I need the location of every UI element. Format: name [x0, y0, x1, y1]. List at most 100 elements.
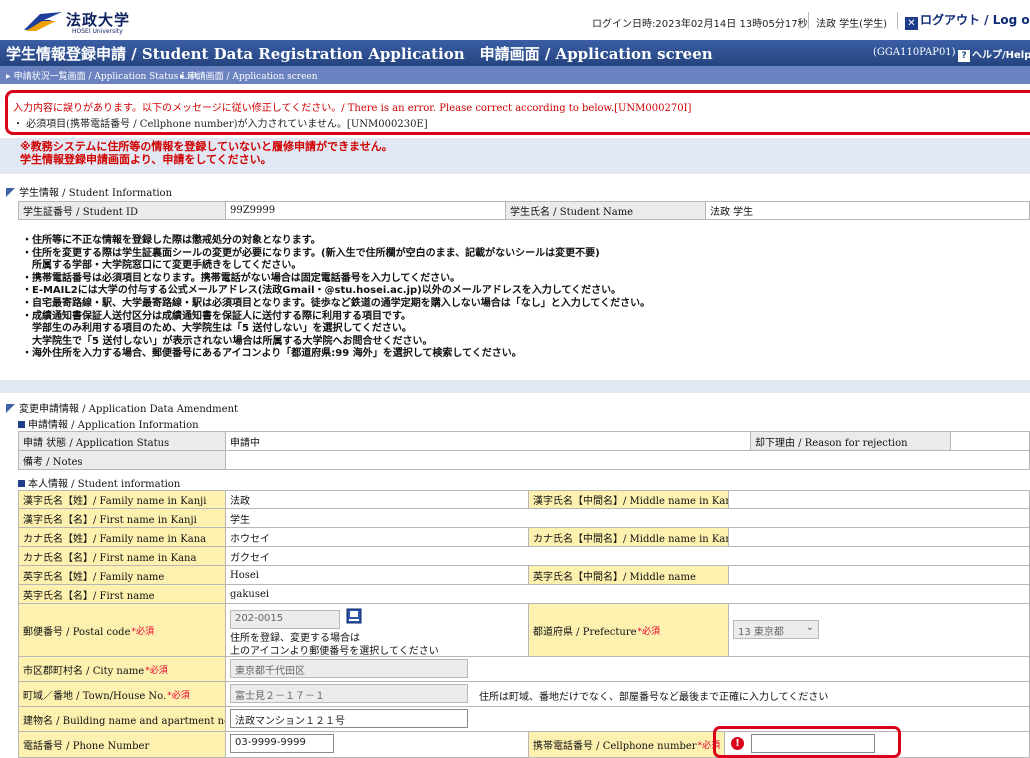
- application-status-value: 申請中: [226, 432, 751, 450]
- warning-line: 学生情報登録申請画面より、申請をしてください。: [20, 153, 272, 166]
- note-item: 学部生のみ利用する項目のため、大学院生は「5 送付しない」を選択してください。: [22, 323, 412, 335]
- required-mark: *必須: [167, 690, 190, 701]
- registration-warning: ※教務システムに住所等の情報を登録していないと履修申請ができません。 学生情報登…: [20, 140, 393, 166]
- family-kanji-label: 漢字氏名【姓】/ Family name in Kanji: [19, 491, 226, 508]
- breadcrumb-current: 申請画面 / Application screen: [180, 69, 318, 82]
- first-kanji-label: 漢字氏名【名】/ First name in Kanji: [19, 509, 226, 527]
- city-row: 市区郡町村名 / City name *必須 東京都千代田区: [18, 657, 1030, 682]
- error-detail-message: ・ 必須項目(携帯電話番号 / Cellphone number)が入力されてい…: [13, 119, 428, 130]
- application-status-label: 申請 状態 / Application Status: [19, 432, 226, 450]
- x-icon: ✕: [905, 17, 918, 30]
- family-kanji-row: 漢字氏名【姓】/ Family name in Kanji 法政 漢字氏名【中間…: [18, 490, 1030, 509]
- city-input[interactable]: 東京都千代田区: [230, 659, 468, 678]
- city-cell: 東京都千代田区: [226, 657, 1029, 681]
- required-mark: *必須: [637, 626, 661, 637]
- header-divider: [808, 12, 809, 29]
- student-name-value: 法政 学生: [710, 207, 754, 218]
- help-label: ヘルプ/Help: [972, 50, 1030, 61]
- section-triangle-icon: [6, 404, 15, 413]
- cellphone-label: 携帯電話番号 / Cellphone number *必須: [529, 732, 725, 757]
- phone-input[interactable]: 03-9999-9999: [230, 734, 334, 753]
- family-kana-value: ホウセイ: [226, 528, 529, 546]
- town-row: 町域／番地 / Town/House No. *必須 富士見２－１７－１ 住所は町…: [18, 682, 1030, 707]
- personal-info-heading: 本人情報 / Student information: [18, 475, 180, 490]
- first-en-row: 英字氏名【名】/ First name gakusei: [18, 585, 1030, 604]
- notes-row: 備考 / Notes: [18, 451, 1030, 470]
- note-item: ・成績通知書保証人送付区分は成績通知書を保証人に送付する際に利用する項目です。: [22, 310, 411, 322]
- note-item: ・海外住所を入力する場合、郵便番号にあるアイコンより「都道府県:99 海外」を選…: [22, 348, 522, 360]
- rejection-reason-label: 却下理由 / Reason for rejection: [751, 432, 951, 450]
- error-message-box: 入力内容に誤りがあります。以下のメッセージに従い修正してください。/ There…: [5, 90, 1030, 135]
- first-kanji-row: 漢字氏名【名】/ First name in Kanji 学生: [18, 509, 1030, 528]
- student-info-heading: 学生情報 / Student Information: [6, 184, 172, 199]
- first-kanji-value: 学生: [230, 514, 250, 526]
- postal-code-input[interactable]: 202-0015: [230, 610, 340, 629]
- family-kana-label: カナ氏名【姓】/ Family name in Kana: [19, 528, 226, 546]
- notes-label: 備考 / Notes: [19, 451, 226, 469]
- first-kana-row: カナ氏名【名】/ First name in Kana ガクセイ: [18, 547, 1030, 566]
- middle-kana-value: [729, 528, 1029, 546]
- city-label: 市区郡町村名 / City name *必須: [19, 657, 226, 681]
- rejection-reason-value: [951, 432, 1029, 450]
- square-bullet-icon: [18, 480, 25, 487]
- middle-en-value: [729, 566, 1029, 584]
- brand-name: 法政大学: [66, 11, 131, 29]
- required-mark: *必須: [131, 626, 155, 637]
- note-item: ・携帯電話番号は必須項目となります。携帯電話がない場合は固定電話番号を入力してく…: [22, 272, 461, 284]
- user-name: 法政 学生(学生): [816, 19, 887, 30]
- postal-row: 郵便番号 / Postal code *必須 202-0015 住所を登録、変更す…: [18, 604, 1030, 657]
- note-item: ・E-MAIL2には大学の付与する公式メールアドレス(法政Gmail・@stu.…: [22, 285, 622, 297]
- prefecture-label: 都道府県 / Prefecture *必須: [529, 604, 729, 656]
- family-en-row: 英字氏名【姓】/ Family name Hosei 英字氏名【中間名】/ Mi…: [18, 566, 1030, 585]
- screen-code: (GGA110PAP01): [873, 47, 956, 58]
- first-kana-value: ガクセイ: [230, 552, 270, 564]
- postal-label: 郵便番号 / Postal code *必須: [19, 604, 226, 656]
- note-item: 大学院生で「5 送付しない」が表示されない場合は所属する大学院へお問合せください…: [22, 335, 433, 347]
- building-label: 建物名 / Building name and apartment no.: [19, 707, 226, 731]
- note-item: ・住所を変更する際は学生証裏面シールの変更が必要になります。(新入生で住所欄が空…: [22, 247, 600, 259]
- square-bullet-icon: [18, 421, 25, 428]
- first-en-label: 英字氏名【名】/ First name: [19, 585, 226, 603]
- chevron-down-icon: ⌄: [805, 622, 814, 633]
- building-cell: 法政マンション１２１号: [226, 707, 1029, 731]
- logout-button[interactable]: ✕ログアウト / Log out: [905, 11, 1030, 30]
- section-triangle-icon: [6, 188, 15, 197]
- town-cell: 富士見２－１７－１ 住所は町域、番地だけでなく、部屋番号など最後まで正確に入力し…: [226, 682, 1029, 706]
- family-kanji-value: 法政: [226, 491, 529, 508]
- middle-en-label: 英字氏名【中間名】/ Middle name: [529, 566, 729, 584]
- section-band: [0, 380, 1030, 393]
- notes-list: ・住所等に不正な情報を登録した際は懲戒処分の対象となります。 ・住所を変更する際…: [22, 235, 650, 361]
- student-id-row: 学生証番号 / Student ID 99Z9999 学生氏名 / Studen…: [18, 201, 1030, 220]
- help-icon: ?: [958, 50, 970, 62]
- title-bar: 学生情報登録申請 / Student Data Registration App…: [0, 40, 1030, 66]
- note-item: 所属する学部・大学院窓口にて変更手続きをしてください。: [22, 260, 302, 272]
- application-status-row: 申請 状態 / Application Status 申請中 却下理由 / Re…: [18, 431, 1030, 451]
- town-label: 町域／番地 / Town/House No. *必須: [19, 682, 226, 706]
- first-kana-label: カナ氏名【名】/ First name in Kana: [19, 547, 226, 565]
- note-item: ・住所等に不正な情報を登録した際は懲戒処分の対象となります。: [22, 235, 321, 246]
- breadcrumb-status-list-link[interactable]: 申請状況一覧画面 / Application Status List: [6, 69, 199, 82]
- warning-line: ※教務システムに住所等の情報を登録していないと履修申請ができません。: [20, 140, 393, 153]
- amendment-heading: 変更申請情報 / Application Data Amendment: [6, 400, 238, 415]
- top-header: 法政大学 HOSEI University ログイン日時:2023年02月14日…: [0, 0, 1030, 40]
- town-input[interactable]: 富士見２－１７－１: [230, 684, 468, 703]
- middle-kanji-label: 漢字氏名【中間名】/ Middle name in Kanji: [529, 491, 729, 508]
- middle-kanji-value: [729, 491, 1029, 508]
- first-en-value: gakusei: [230, 588, 270, 600]
- prefecture-select[interactable]: 13 東京都 ⌄: [733, 620, 819, 639]
- note-item: ・自宅最寄路線・駅、大学最寄路線・駅は必須項目となります。徒歩など鉄道の通学定期…: [22, 297, 651, 309]
- hosei-logo-icon: [24, 12, 62, 31]
- page-title: 学生情報登録申請 / Student Data Registration App…: [6, 45, 713, 63]
- family-en-value: Hosei: [226, 566, 529, 584]
- postal-cell: 202-0015 住所を登録、変更する場合は 上のアイコンより郵便番号を選択して…: [226, 604, 529, 656]
- brand-subtitle: HOSEI University: [72, 28, 123, 35]
- family-en-label: 英字氏名【姓】/ Family name: [19, 566, 226, 584]
- student-id-value: 99Z9999: [226, 202, 506, 219]
- town-hint: 住所は町域、番地だけでなく、部屋番号など最後まで正確に入力してください: [479, 692, 829, 703]
- building-input[interactable]: 法政マンション１２１号: [230, 709, 468, 728]
- phone-label: 電話番号 / Phone Number: [19, 732, 226, 757]
- student-id-label: 学生証番号 / Student ID: [19, 202, 226, 219]
- required-mark: *必須: [145, 665, 168, 676]
- help-button[interactable]: ? ヘルプ/Help: [958, 46, 1030, 62]
- postal-search-icon[interactable]: [346, 608, 362, 624]
